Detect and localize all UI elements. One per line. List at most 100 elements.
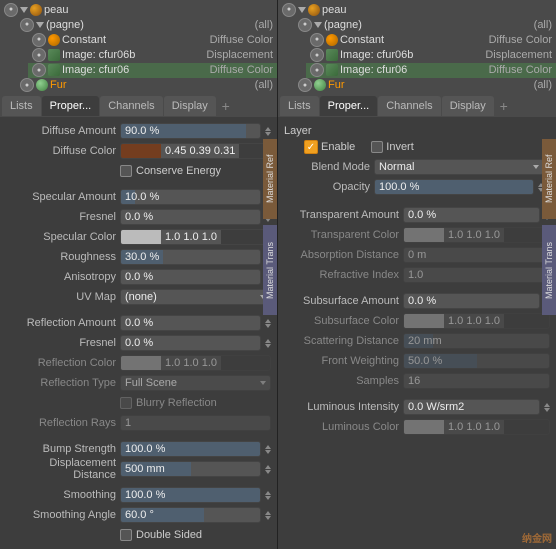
pagne-label-left: (pagne) — [46, 19, 253, 31]
specular-amount-field[interactable]: 10.0 % — [120, 189, 261, 205]
refractive-index-label: Refractive Index — [284, 269, 399, 281]
invert-checkbox[interactable] — [371, 141, 383, 153]
tab-display-right[interactable]: Display — [442, 96, 494, 116]
fur-label-right: Fur — [328, 79, 532, 91]
diffuse-amount-arrows[interactable] — [265, 127, 271, 136]
transparent-amount-field[interactable]: 0.0 % — [403, 207, 540, 223]
bump-strength-arrows[interactable] — [265, 445, 271, 454]
fresnel-2-arrows[interactable] — [265, 339, 271, 348]
tab-proper-right[interactable]: Proper... — [320, 96, 378, 116]
layer-toggles: ✓ Enable Invert — [284, 140, 550, 154]
tab-channels-left[interactable]: Channels — [100, 96, 162, 116]
smoothing-angle-field[interactable]: 60.0 ° — [120, 507, 261, 523]
smoothing-arrows[interactable] — [265, 491, 271, 500]
displacement-distance-arrows[interactable] — [265, 465, 271, 474]
roughness-field[interactable]: 30.0 % — [120, 249, 261, 265]
tab-lists-left[interactable]: Lists — [2, 96, 41, 116]
fresnel-2-label: Fresnel — [6, 337, 116, 349]
conserve-energy-checkbox[interactable] — [120, 165, 132, 177]
smoothing-angle-arrows[interactable] — [265, 511, 271, 520]
side-tab-mat-ref-right[interactable]: Material Ref — [542, 139, 556, 219]
eye-icon-pagne-left[interactable]: ● — [20, 18, 34, 32]
smoothing-field[interactable]: 100.0 % — [120, 487, 261, 503]
reflection-amount-arrows[interactable] — [265, 319, 271, 328]
transparent-color-swatch — [404, 228, 444, 242]
side-tab-mat-trans-right[interactable]: Material Trans — [542, 225, 556, 315]
right-panel: ● peau ● (pagne) (all) ● Constant Diffus… — [278, 0, 556, 549]
tree-row-peau-right[interactable]: ● peau — [278, 2, 556, 17]
transparent-color-field: 1.0 1.0 1.0 — [403, 227, 550, 243]
tab-lists-right[interactable]: Lists — [280, 96, 319, 116]
reflection-type-dropdown[interactable]: Full Scene — [120, 375, 271, 391]
eye-icon-image2-right[interactable]: ● — [310, 63, 324, 77]
luminous-color-swatch — [404, 420, 444, 434]
bump-strength-field[interactable]: 100.0 % — [120, 441, 261, 457]
diffuse-color-field[interactable]: 0.45 0.39 0.31 — [120, 143, 271, 159]
tab-add-left[interactable]: + — [217, 97, 235, 115]
subsurface-amount-value: 0.0 % — [408, 295, 436, 307]
luminous-intensity-field[interactable]: 0.0 W/srm2 — [403, 399, 540, 415]
tree-row-constant-right[interactable]: ● Constant Diffuse Color — [306, 32, 556, 47]
layer-section-container: Layer ✓ Enable Invert Blend Mode Normal — [278, 121, 556, 199]
eye-icon-peau-right[interactable]: ● — [282, 3, 296, 17]
opacity-field[interactable]: 100.0 % — [374, 179, 534, 195]
eye-icon-fur-left[interactable]: ● — [20, 78, 34, 92]
blend-mode-dropdown[interactable]: Normal — [374, 159, 544, 175]
tab-add-right[interactable]: + — [495, 97, 513, 115]
tree-row-pagne-right[interactable]: ● (pagne) (all) — [294, 17, 556, 32]
transparent-amount-value: 0.0 % — [408, 209, 436, 221]
tree-row-image2-left[interactable]: ● Image: cfur06 Diffuse Color — [28, 63, 277, 78]
expand-peau-left[interactable] — [20, 7, 28, 13]
fresnel-1-field[interactable]: 0.0 % — [120, 209, 261, 225]
luminous-intensity-arrows[interactable] — [544, 403, 550, 412]
eye-icon-pagne-right[interactable]: ● — [298, 18, 312, 32]
expand-peau-right[interactable] — [298, 7, 306, 13]
diffuse-amount-field[interactable]: 90.0 % — [120, 123, 261, 139]
specular-color-swatch[interactable] — [121, 230, 161, 244]
shader-icon-constant-right — [326, 34, 338, 46]
eye-icon-image2-left[interactable]: ● — [32, 63, 46, 77]
tab-channels-right[interactable]: Channels — [378, 96, 440, 116]
transparent-amount-label: Transparent Amount — [284, 209, 399, 221]
prop-smoothing-angle: Smoothing Angle 60.0 ° — [0, 505, 277, 525]
anisotropy-field[interactable]: 0.0 % — [120, 269, 261, 285]
eye-icon-constant-left[interactable]: ● — [32, 33, 46, 47]
tree-row-image1-right[interactable]: ● Image: cfur06b Displacement — [306, 48, 556, 63]
subsurface-amount-field[interactable]: 0.0 % — [403, 293, 540, 309]
tree-row-image2-right[interactable]: ● Image: cfur06 Diffuse Color — [306, 63, 556, 78]
expand-pagne-right[interactable] — [314, 22, 322, 28]
specular-color-field[interactable]: 1.0 1.0 1.0 — [120, 229, 271, 245]
prop-uv-map: UV Map (none) — [0, 287, 277, 307]
eye-icon-fur-right[interactable]: ● — [298, 78, 312, 92]
bump-strength-label: Bump Strength — [6, 443, 116, 455]
left-tree-header: ● peau ● (pagne) (all) ● Constant Diffus… — [0, 0, 277, 95]
tab-proper-left[interactable]: Proper... — [42, 96, 100, 116]
reflection-rays-label: Reflection Rays — [6, 417, 116, 429]
uv-map-dropdown[interactable]: (none) — [120, 289, 271, 305]
diffuse-color-swatch[interactable] — [121, 144, 161, 158]
image2-label-right: Image: cfur06 — [340, 64, 487, 76]
reflection-amount-field[interactable]: 0.0 % — [120, 315, 261, 331]
double-sided-checkbox[interactable] — [120, 529, 132, 541]
enable-checkbox[interactable]: ✓ — [304, 140, 318, 154]
blurry-reflection-checkbox[interactable] — [120, 397, 132, 409]
eye-icon-peau-left[interactable]: ● — [4, 3, 18, 17]
tree-row-fur-right[interactable]: ● Fur (all) — [294, 78, 556, 93]
tree-row-constant-left[interactable]: ● Constant Diffuse Color — [28, 32, 277, 47]
eye-icon-image1-right[interactable]: ● — [310, 48, 324, 62]
fresnel-1-value: 0.0 % — [125, 211, 153, 223]
expand-pagne-left[interactable] — [36, 22, 44, 28]
side-tab-mat-ref-left[interactable]: Material Ref — [263, 139, 277, 219]
side-tab-mat-trans-left[interactable]: Material Trans — [263, 225, 277, 315]
tree-row-fur-left[interactable]: ● Fur (all) — [16, 78, 277, 93]
reflection-type-value: Full Scene — [125, 377, 177, 389]
tree-row-image1-left[interactable]: ● Image: cfur06b Displacement — [28, 48, 277, 63]
tree-row-pagne-left[interactable]: ● (pagne) (all) — [16, 17, 277, 32]
tab-display-left[interactable]: Display — [164, 96, 216, 116]
fresnel-2-field[interactable]: 0.0 % — [120, 335, 261, 351]
reflection-rays-field[interactable]: 1 — [120, 415, 271, 431]
eye-icon-constant-right[interactable]: ● — [310, 33, 324, 47]
eye-icon-image1-left[interactable]: ● — [32, 48, 46, 62]
displacement-distance-field[interactable]: 500 mm — [120, 461, 261, 477]
tree-row-peau-left[interactable]: ● peau — [0, 2, 277, 17]
